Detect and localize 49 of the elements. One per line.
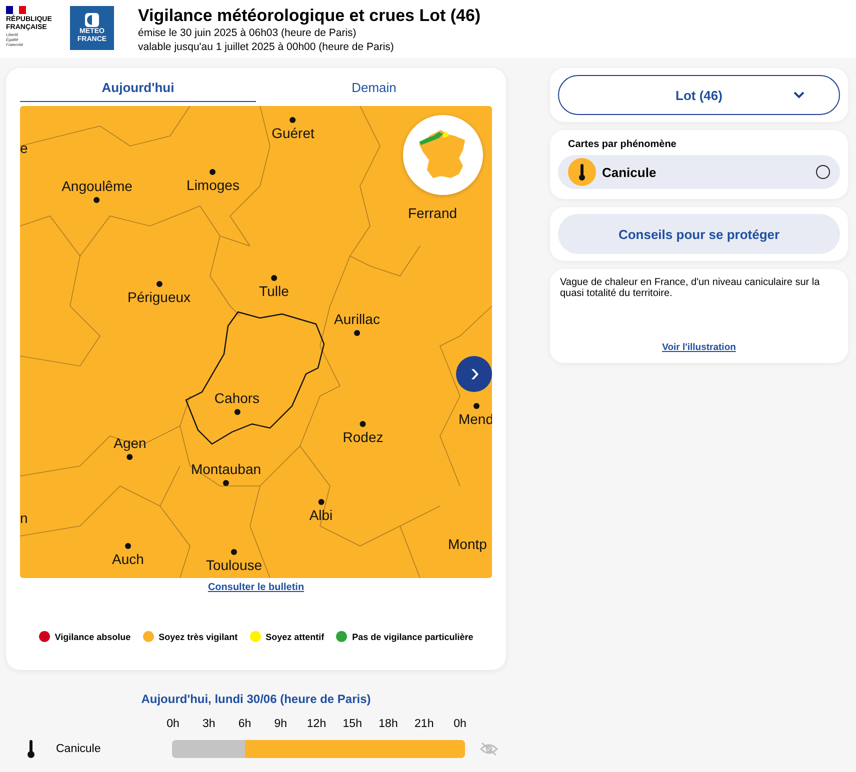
city-label: Angoulême: [62, 177, 132, 196]
thermometer-icon: [26, 739, 36, 759]
hour-label: 6h: [237, 718, 252, 730]
hour-label: 12h: [306, 718, 328, 730]
hour-label: 3h: [201, 718, 216, 730]
hour-label: 15h: [342, 718, 363, 730]
issued-text: émise le 30 juin 2025 à 06h03 (heure de Paris): [138, 26, 358, 40]
page-title: Vigilance météorologique et crues Lot (46): [138, 6, 481, 26]
hour-label: 18h: [378, 718, 399, 730]
legend-label: Vigilance absolue: [54, 632, 131, 642]
city-label: Ferrand: [408, 204, 458, 223]
city-label: e: [20, 139, 28, 158]
hour-label: 0h: [452, 718, 468, 730]
department-select[interactable]: Lot (46): [558, 75, 840, 115]
city-label: Cahors: [214, 389, 260, 408]
hour-label: 21h: [414, 718, 435, 730]
eye-slash-icon[interactable]: [479, 741, 499, 757]
city-label: Auch: [112, 550, 144, 569]
legend-label: Soyez attentif: [266, 632, 324, 642]
city-label: Aurillac: [334, 310, 380, 329]
hour-label: 9h: [273, 718, 288, 730]
phenomenon-option[interactable]: Canicule: [558, 155, 840, 189]
city-label: Montp: [448, 535, 487, 554]
bulletin-link[interactable]: Consulter le bulletin: [208, 582, 304, 593]
city-label: n: [20, 509, 28, 528]
legend-label: Soyez très vigilant: [158, 632, 238, 642]
legend-label: Pas de vigilance particulière: [352, 632, 474, 642]
thermometer-icon: [568, 158, 596, 186]
day-tab[interactable]: Demain: [256, 76, 492, 102]
chevron-down-icon: [793, 91, 805, 99]
hour-label: 0h: [166, 718, 180, 730]
description-text: Vague de chaleur en France, d'un niveau caniculaire sur la quasi totalité du territoire.: [560, 277, 821, 299]
city-label: Périgueux: [127, 288, 191, 307]
day-tab[interactable]: Aujourd'hui: [20, 76, 256, 102]
phenomenon-label: Canicule: [56, 743, 102, 755]
city-label: Guéret: [272, 124, 314, 143]
advice-button[interactable]: Conseils pour se protéger: [558, 214, 840, 254]
city-label: Albi: [309, 506, 333, 525]
timeline-title: Aujourd'hui, lundi 30/06 (heure de Paris): [140, 692, 372, 706]
city-label: Montauban: [190, 460, 262, 479]
city-label: Rodez: [342, 428, 384, 447]
section-title: Cartes par phénomène: [568, 139, 678, 150]
validity-text: valable jusqu'au 1 juillet 2025 à 00h00 (heure de Paris): [138, 40, 395, 54]
city-label: Limoges: [186, 176, 240, 195]
city-label: Agen: [114, 434, 146, 453]
illustration-link[interactable]: Voir l'illustration: [662, 342, 736, 353]
city-label: Tulle: [259, 282, 289, 301]
radio-button[interactable]: [816, 165, 830, 179]
city-label: Toulouse: [206, 556, 262, 575]
